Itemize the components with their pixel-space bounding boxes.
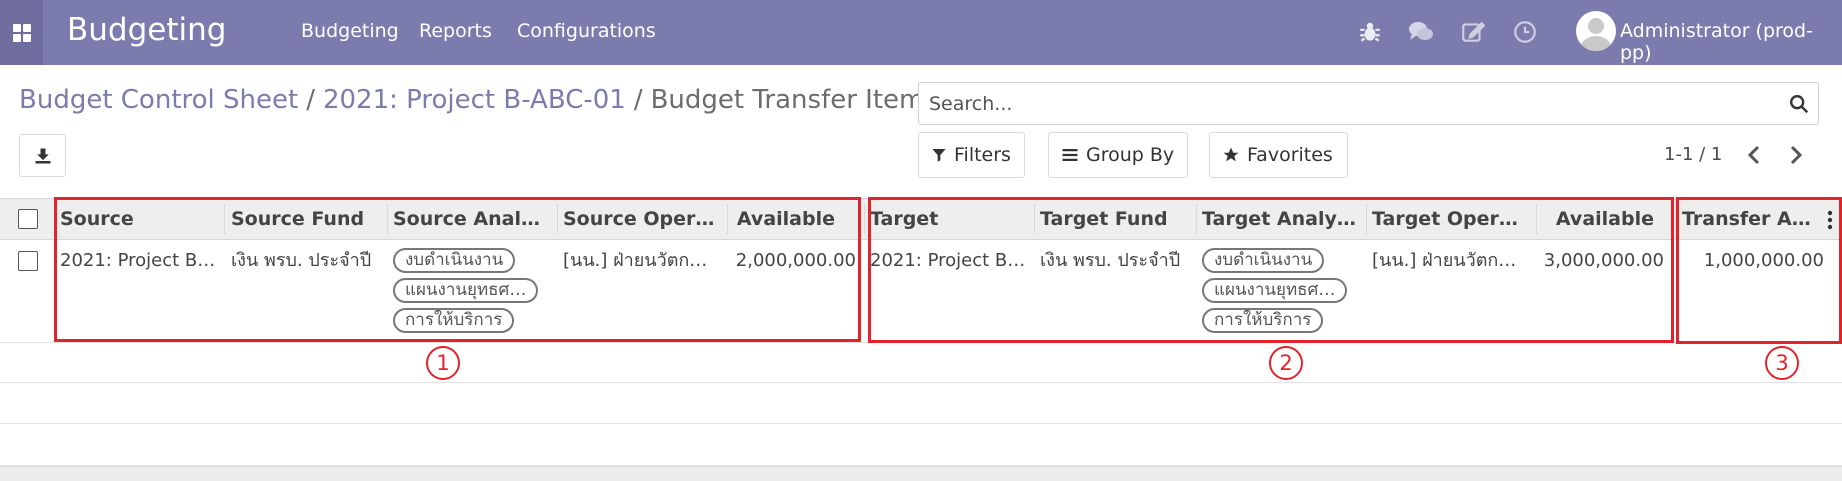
- menu-configurations[interactable]: Configurations: [517, 20, 656, 42]
- user-name[interactable]: Administrator (prod-pp): [1620, 20, 1842, 64]
- list-icon: [1062, 149, 1078, 161]
- filter-icon: [932, 149, 946, 162]
- annotation-number-2: 2: [1269, 346, 1303, 380]
- bug-icon[interactable]: [1357, 19, 1383, 45]
- pager-value[interactable]: 1-1 / 1: [1664, 144, 1722, 165]
- filters-button[interactable]: Filters: [918, 132, 1025, 178]
- annotation-box-source: [54, 197, 861, 342]
- clock-icon[interactable]: [1512, 19, 1538, 45]
- annotation-box-target: [868, 197, 1674, 343]
- breadcrumb-project[interactable]: 2021: Project B-ABC-01: [323, 85, 626, 115]
- chevron-right-icon[interactable]: [1785, 144, 1805, 166]
- search-input[interactable]: [929, 90, 1769, 118]
- search-icon[interactable]: [1788, 93, 1810, 115]
- annotation-number-3: 3: [1765, 346, 1799, 380]
- empty-row: [0, 343, 1842, 383]
- favorites-label: Favorites: [1247, 144, 1333, 166]
- breadcrumb-separator: /: [633, 85, 643, 115]
- favorites-button[interactable]: Favorites: [1209, 132, 1348, 178]
- app-title: Budgeting: [67, 12, 227, 48]
- empty-row: [0, 383, 1842, 424]
- breadcrumb-separator: /: [306, 85, 315, 115]
- empty-row: [0, 424, 1842, 466]
- chevron-left-icon[interactable]: [1745, 144, 1765, 166]
- breadcrumb: Budget Control Sheet/2021: Project B-ABC…: [19, 85, 938, 115]
- search-bar[interactable]: [918, 82, 1819, 125]
- breadcrumb-current: Budget Transfer Items: [650, 85, 938, 115]
- table-footer: [0, 466, 1842, 481]
- chat-icon[interactable]: [1408, 19, 1434, 45]
- top-navbar: Budgeting Budgeting Reports Configuratio…: [0, 0, 1842, 65]
- annotation-box-transfer: [1676, 197, 1842, 344]
- user-avatar[interactable]: [1576, 11, 1616, 51]
- row-checkbox[interactable]: [18, 251, 38, 271]
- apps-menu-button[interactable]: [0, 0, 43, 65]
- menu-reports[interactable]: Reports: [419, 20, 492, 42]
- apps-grid-icon: [12, 23, 31, 42]
- group-by-button[interactable]: Group By: [1048, 132, 1188, 178]
- edit-icon[interactable]: [1460, 19, 1486, 45]
- menu-budgeting[interactable]: Budgeting: [301, 20, 399, 42]
- star-icon: [1223, 147, 1239, 162]
- annotation-number-1: 1: [426, 346, 460, 380]
- download-icon: [35, 148, 50, 163]
- breadcrumb-budget-control-sheet[interactable]: Budget Control Sheet: [19, 85, 298, 115]
- group-by-label: Group By: [1086, 144, 1175, 166]
- download-button[interactable]: [19, 134, 66, 177]
- select-all-checkbox[interactable]: [18, 209, 38, 229]
- filters-label: Filters: [954, 144, 1011, 166]
